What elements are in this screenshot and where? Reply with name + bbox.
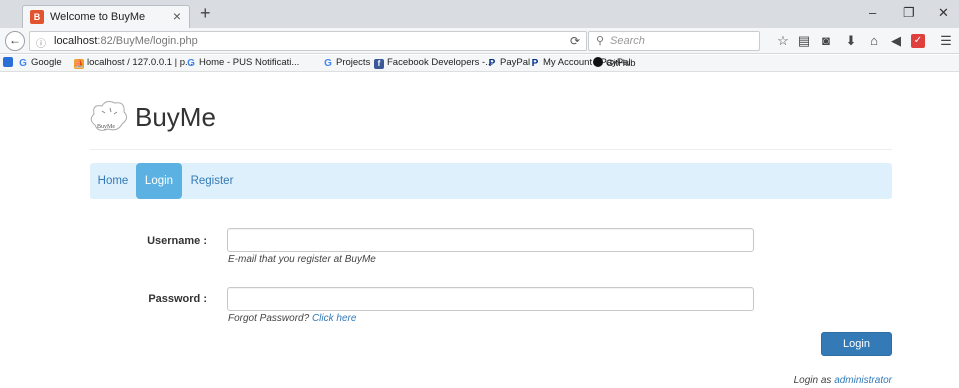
username-label: Username : bbox=[147, 235, 207, 247]
addon-icon[interactable]: ✓ bbox=[911, 34, 925, 48]
reload-icon[interactable]: ⟳ bbox=[570, 34, 580, 48]
nav-home[interactable]: Home bbox=[94, 163, 132, 199]
admin-login-line: Login as administrator bbox=[740, 375, 892, 386]
menu-icon[interactable]: ☰ bbox=[938, 33, 954, 49]
search-placeholder: Search bbox=[610, 35, 645, 47]
paypal-icon: P bbox=[488, 58, 496, 69]
bookmarks-toolbar: G Google ⛵ localhost / 127.0.0.1 | p... GH… bbox=[0, 55, 959, 72]
browser-tab[interactable]: B Welcome to BuyMe × bbox=[22, 5, 190, 28]
buyme-logo: BuyMe bbox=[90, 101, 128, 131]
brand-title: BuyMe bbox=[135, 102, 216, 132]
bookmark-localhost[interactable]: ⛵ localhost / 127.0.0.1 | p... bbox=[74, 57, 193, 69]
facebook-icon: f bbox=[374, 59, 384, 69]
phpmyadmin-icon: ⛵ bbox=[74, 59, 84, 69]
restore-icon[interactable]: ❐ bbox=[903, 5, 915, 21]
close-window-icon[interactable]: ✕ bbox=[938, 5, 949, 21]
tab-title: Welcome to BuyMe bbox=[50, 11, 146, 23]
pocket-icon[interactable]: ◙ bbox=[818, 33, 834, 48]
back-button[interactable]: ← bbox=[5, 31, 25, 51]
google-icon: G bbox=[19, 58, 27, 69]
bookmark-projects[interactable]: G Projects bbox=[323, 57, 370, 69]
password-label: Password : bbox=[148, 293, 207, 305]
bookmark-star-icon[interactable]: ☆ bbox=[775, 33, 791, 49]
bookmark-paypal[interactable]: P PayPal bbox=[487, 57, 530, 69]
bookmark-facebook[interactable]: f Facebook Developers -... bbox=[374, 57, 493, 69]
browser-tab-strip: B Welcome to BuyMe × + – ❐ ✕ bbox=[0, 0, 959, 28]
login-button[interactable]: Login bbox=[821, 332, 892, 356]
username-input[interactable] bbox=[227, 228, 754, 252]
google-icon: G bbox=[187, 58, 195, 69]
password-help: Forgot Password? Click here bbox=[228, 313, 356, 324]
bookmarks-sidebar-icon[interactable] bbox=[3, 57, 16, 69]
minimize-icon[interactable]: – bbox=[869, 5, 876, 20]
username-help: E-mail that you register at BuyMe bbox=[228, 254, 376, 265]
paypal-icon: P bbox=[531, 58, 539, 69]
forgot-password-link[interactable]: Click here bbox=[312, 313, 356, 324]
search-bar[interactable]: ⚲ Search bbox=[588, 31, 760, 51]
url-text[interactable]: localhost:82/BuyMe/login.php bbox=[54, 35, 198, 47]
password-input[interactable] bbox=[227, 287, 754, 311]
info-icon[interactable]: ⓘ bbox=[36, 35, 46, 50]
browser-toolbar: ← ⓘ localhost:82/BuyMe/login.php ⟳ ⚲ Sea… bbox=[0, 28, 959, 54]
admin-prefix: Login as bbox=[793, 375, 832, 386]
nav-login[interactable]: Login bbox=[136, 163, 182, 199]
bookmark-google[interactable]: G Google bbox=[18, 57, 62, 69]
bookmark-pus[interactable]: G Home - PUS Notificati... bbox=[186, 57, 299, 69]
reading-list-icon[interactable]: ▤ bbox=[796, 33, 812, 49]
download-icon[interactable]: ⬇ bbox=[843, 33, 859, 49]
divider bbox=[90, 149, 892, 150]
home-icon[interactable]: ⌂ bbox=[866, 33, 882, 48]
github-icon bbox=[593, 57, 603, 67]
forgot-password-text: Forgot Password? bbox=[228, 313, 310, 324]
svg-text:BuyMe: BuyMe bbox=[97, 124, 115, 130]
new-tab-button[interactable]: + bbox=[200, 3, 211, 24]
admin-login-link[interactable]: administrator bbox=[834, 375, 892, 386]
search-icon: ⚲ bbox=[596, 35, 605, 47]
nav-register[interactable]: Register bbox=[186, 163, 238, 199]
url-bar[interactable]: ⓘ localhost:82/BuyMe/login.php ⟳ bbox=[29, 31, 587, 51]
tab-close-icon[interactable]: × bbox=[173, 8, 181, 24]
google-icon: G bbox=[324, 58, 332, 69]
send-icon[interactable]: ◀ bbox=[888, 33, 904, 49]
site-navbar: Home Login Register bbox=[90, 163, 892, 199]
bookmark-github[interactable]: GitHub bbox=[593, 57, 636, 69]
site-favicon-icon: B bbox=[30, 10, 44, 24]
